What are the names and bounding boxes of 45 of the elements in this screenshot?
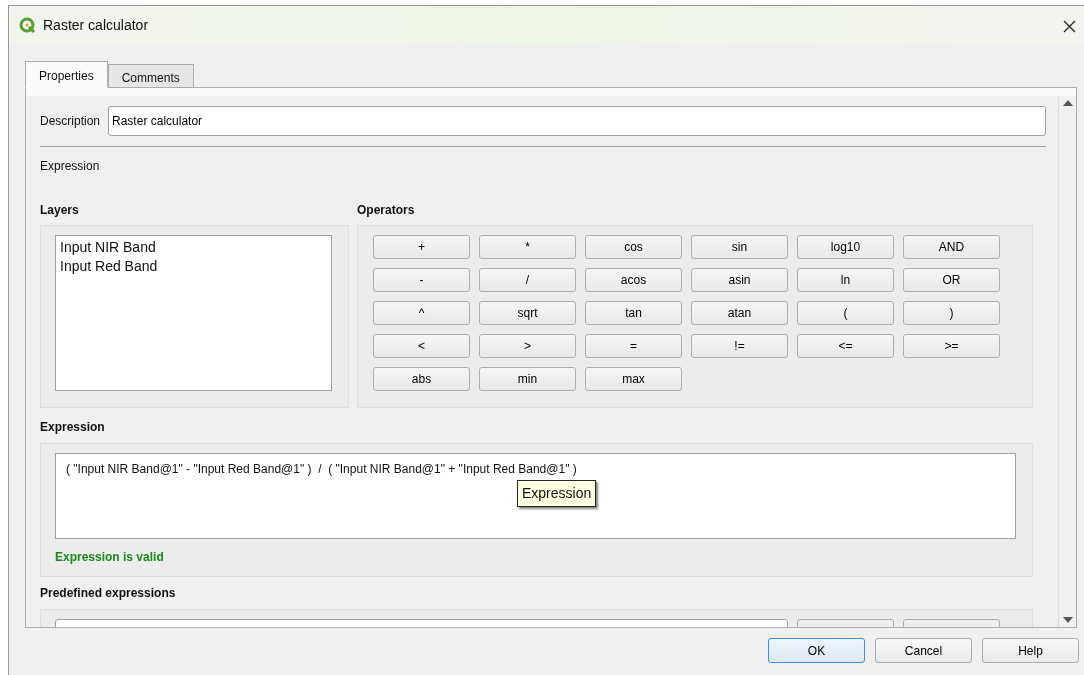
dialog-button[interactable]: OK [768,638,865,663]
layers-list[interactable]: Input NIR Band Input Red Band [55,235,332,391]
operator-button[interactable]: - [373,268,470,292]
operator-button[interactable]: abs [373,367,470,391]
layer-item[interactable]: Input Red Band [60,257,158,276]
operator-button[interactable]: sin [691,235,788,259]
operator-button[interactable]: max [585,367,682,391]
operator-button[interactable]: log10 [797,235,894,259]
validation-message: Expression is valid [55,549,164,566]
operator-button[interactable]: cos [585,235,682,259]
operator-button[interactable]: = [585,334,682,358]
operator-button[interactable]: OR [903,268,1000,292]
operator-button[interactable]: + [373,235,470,259]
operator-button[interactable]: AND [903,235,1000,259]
group-title: Expression [40,419,106,436]
operator-button[interactable]: ( [797,301,894,325]
group-title: Layers [40,202,80,219]
operator-button[interactable]: * [479,235,576,259]
window-title: Raster calculator [43,15,149,35]
operator-button[interactable]: ^ [373,301,470,325]
operator-button[interactable]: != [691,334,788,358]
description-field[interactable]: Raster calculator [108,106,1046,136]
operator-button[interactable]: / [479,268,576,292]
operator-button[interactable]: >= [903,334,1000,358]
section-label: Expression [40,158,101,175]
tab[interactable]: Comments [107,64,194,87]
operator-button[interactable]: <= [797,334,894,358]
tooltip: Expression [517,480,597,507]
operator-button[interactable]: atan [691,301,788,325]
operator-button[interactable]: sqrt [479,301,576,325]
group-title: Operators [357,202,416,219]
operator-button[interactable]: ) [903,301,1000,325]
group-title: Predefined expressions [40,585,177,602]
operator-button[interactable]: min [479,367,576,391]
operator-button[interactable]: tan [585,301,682,325]
tab[interactable]: Properties [25,61,108,88]
operator-button[interactable]: asin [691,268,788,292]
operator-button[interactable]: acos [585,268,682,292]
dialog-button[interactable]: Help [982,638,1079,663]
description-label: Description [40,113,101,130]
operator-button[interactable]: < [373,334,470,358]
operator-button[interactable]: > [479,334,576,358]
layer-item[interactable]: Input NIR Band [60,238,156,257]
operator-button[interactable]: ln [797,268,894,292]
dialog-button[interactable]: Cancel [875,638,972,663]
